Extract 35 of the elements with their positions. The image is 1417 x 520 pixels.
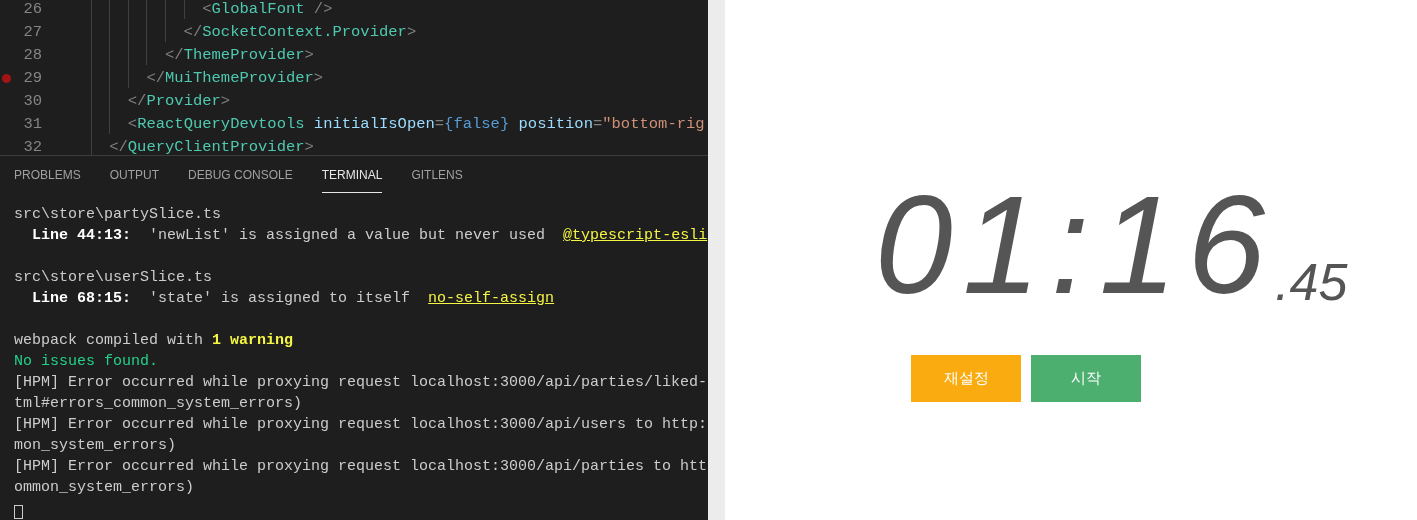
code-line: <ReactQueryDevtools initialIsOpen={false} position="bottom-rig <box>72 112 705 137</box>
terminal-line: mon_system_errors) <box>14 436 177 456</box>
code-line: </SocketContext.Provider> <box>72 20 417 45</box>
terminal-line: [HPM] Error occurred while proxying request localhost:3000/api/users to http: <box>14 415 708 435</box>
code-line: </QueryClientProvider> <box>72 135 314 155</box>
terminal-cursor-icon <box>14 505 23 519</box>
line-number: 32 <box>22 136 42 155</box>
panel-tab[interactable]: OUTPUT <box>109 157 160 193</box>
stopwatch-time: 01:16 <box>874 180 1275 310</box>
code-line: </Provider> <box>72 89 231 114</box>
terminal-line: [HPM] Error occurred while proxying request localhost:3000/api/parties to htt <box>14 457 708 477</box>
terminal-line: webpack compiled with 1 warning <box>14 331 294 351</box>
panel-tab[interactable]: PROBLEMS <box>14 157 81 193</box>
terminal-line: Line 44:13: 'newList' is assigned a value but never used @typescript-esli <box>31 226 708 246</box>
breakpoint-icon[interactable] <box>1 74 11 83</box>
terminal-line: src\store\partySlice.ts <box>14 205 222 225</box>
line-number: 28 <box>22 44 42 66</box>
terminal-line: src\store\userSlice.ts <box>14 268 213 288</box>
code-line: </MuiThemeProvider> <box>72 66 324 91</box>
panel-tab[interactable]: DEBUG CONSOLE <box>188 157 293 193</box>
terminal-line: [HPM] Error occurred while proxying request localhost:3000/api/parties/liked- <box>14 373 708 393</box>
code-line: <GlobalFont /> <box>72 0 333 22</box>
line-number: 26 <box>22 0 42 20</box>
terminal-line: No issues found. <box>14 352 159 372</box>
panel-tab[interactable]: GITLENS <box>411 157 463 193</box>
terminal-line: ommon_system_errors) <box>14 478 195 498</box>
panel-tab[interactable]: TERMINAL <box>321 157 383 193</box>
line-number: 30 <box>22 90 42 112</box>
line-number: 31 <box>22 113 42 135</box>
terminal-line: Line 68:15: 'state' is assigned to itself no-self-assign <box>31 289 555 309</box>
stopwatch-fraction: .45 <box>1275 256 1348 308</box>
terminal-line: tml#errors_common_system_errors) <box>14 394 303 414</box>
line-number: 27 <box>22 21 42 43</box>
line-number: 29 <box>22 67 42 89</box>
code-line: </ThemeProvider> <box>72 43 314 68</box>
